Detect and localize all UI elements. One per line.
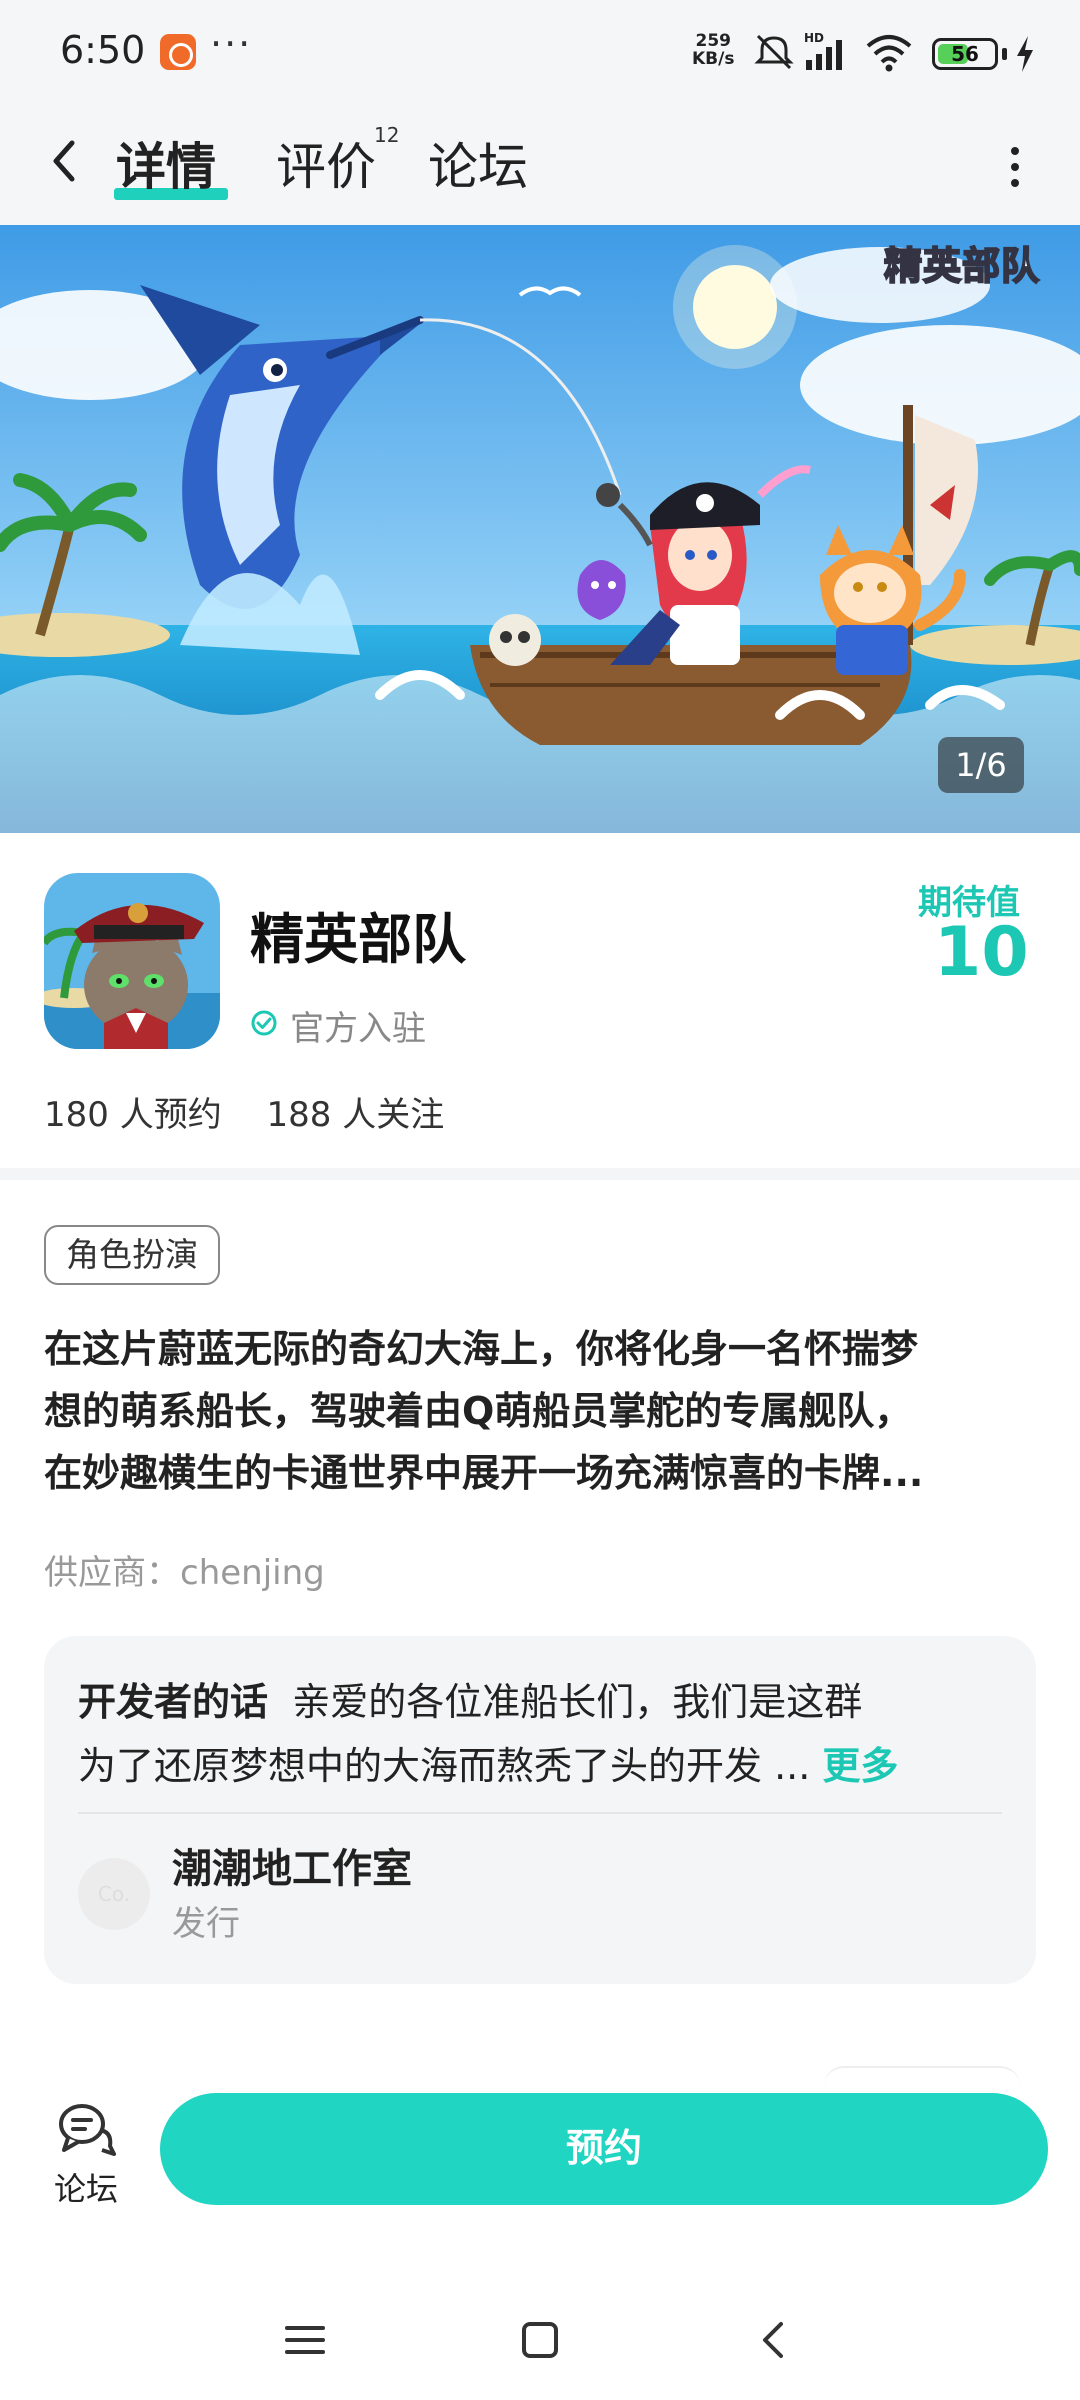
game-description[interactable]: 在这片蔚蓝无际的奇幻大海上，你将化身一名怀揣梦 想的萌系船长，驾驶着由Q萌船员掌…	[44, 1318, 1040, 1504]
developer-card-divider	[78, 1812, 1002, 1814]
verified-check-icon	[251, 1010, 277, 1036]
forum-icon[interactable]	[56, 2100, 116, 2156]
more-notifications-indicator: ···	[210, 22, 253, 66]
expectation-score: 10	[934, 913, 1029, 992]
tab-reviews[interactable]: 评价	[276, 127, 376, 199]
tab-details[interactable]: 详情	[116, 127, 216, 199]
genre-tag[interactable]: 角色扮演	[44, 1225, 220, 1285]
notification-app-icon	[160, 34, 196, 70]
game-info: 精英部队 官方入驻 期待值 10 180 人预约 188 人关注	[0, 833, 1080, 1173]
more-link[interactable]: 更多	[822, 1744, 898, 1788]
top-nav: 详情 评价 12 论坛	[0, 105, 1080, 225]
tab-forum[interactable]: 论坛	[428, 127, 528, 199]
network-speed: 259 KB/s	[692, 32, 734, 68]
home-icon[interactable]	[510, 2310, 570, 2370]
developer-words: 开发者的话 亲爱的各位准船长们，我们是这群 为了还原梦想中的大海而熬秃了头的开发…	[78, 1670, 1018, 1798]
charging-icon	[1017, 36, 1033, 72]
status-time: 6:50	[60, 28, 146, 72]
supplier-info: 供应商：chenjing	[44, 1553, 325, 1593]
back-icon[interactable]	[40, 131, 90, 191]
status-bar: 6:50 ··· 259 KB/s HD 56	[0, 0, 1080, 105]
reserve-button[interactable]: 预约	[160, 2093, 1048, 2205]
system-nav-bar	[0, 2280, 1080, 2400]
battery-tip	[1002, 48, 1007, 60]
status-icons: HD 56	[752, 30, 1042, 76]
description-line: 想的萌系船长，驾驶着由Q萌船员掌舵的专属舰队，	[44, 1389, 913, 1433]
network-speed-value: 259	[695, 31, 731, 51]
follower-count: 188 人关注	[266, 1095, 445, 1135]
wifi-icon	[866, 35, 912, 72]
developer-words-label: 开发者的话	[78, 1680, 269, 1724]
game-icon	[44, 873, 220, 1049]
banner-title: 精英部队	[883, 243, 1040, 289]
cellular-signal-icon: HD	[804, 31, 842, 70]
developer-words-text-cont: 为了还原梦想中的大海而熬秃了头的开发 ...	[78, 1744, 811, 1788]
screenshot-carousel[interactable]: 精英部队 1/6	[0, 225, 1080, 833]
reservation-count: 180 人预约	[44, 1095, 222, 1135]
menu-icon[interactable]	[275, 2310, 335, 2370]
studio-name[interactable]: 潮潮地工作室	[172, 1836, 412, 1894]
mute-icon	[754, 34, 794, 70]
battery-percent: 56	[951, 42, 979, 66]
scroll-hint-edge	[824, 2066, 1020, 2086]
game-title: 精英部队	[250, 908, 466, 971]
verified-label: 官方入驻	[290, 1009, 426, 1049]
system-back-icon[interactable]	[745, 2310, 805, 2370]
description-line: 在妙趣横生的卡通世界中展开一场充满惊喜的卡牌...	[44, 1451, 924, 1495]
studio-avatar[interactable]: Co.	[78, 1858, 150, 1930]
battery-icon: 56	[932, 38, 998, 70]
studio-role: 发行	[172, 1904, 240, 1944]
developer-words-text: 亲爱的各位准船长们，我们是这群	[292, 1680, 863, 1724]
more-menu-icon[interactable]	[1000, 141, 1030, 193]
developer-card: 开发者的话 亲爱的各位准船长们，我们是这群 为了还原梦想中的大海而熬秃了头的开发…	[44, 1636, 1036, 1984]
forum-label[interactable]: 论坛	[54, 2164, 118, 2210]
reviews-count-badge: 12	[374, 123, 400, 147]
carousel-counter: 1/6	[938, 737, 1024, 793]
network-speed-unit: KB/s	[692, 49, 735, 69]
banner-artwork	[0, 225, 1080, 833]
description-line: 在这片蔚蓝无际的奇幻大海上，你将化身一名怀揣梦	[44, 1327, 919, 1371]
section-divider	[0, 1168, 1080, 1180]
game-stats: 180 人预约 188 人关注	[44, 1087, 478, 1136]
svg-text:HD: HD	[804, 31, 824, 45]
